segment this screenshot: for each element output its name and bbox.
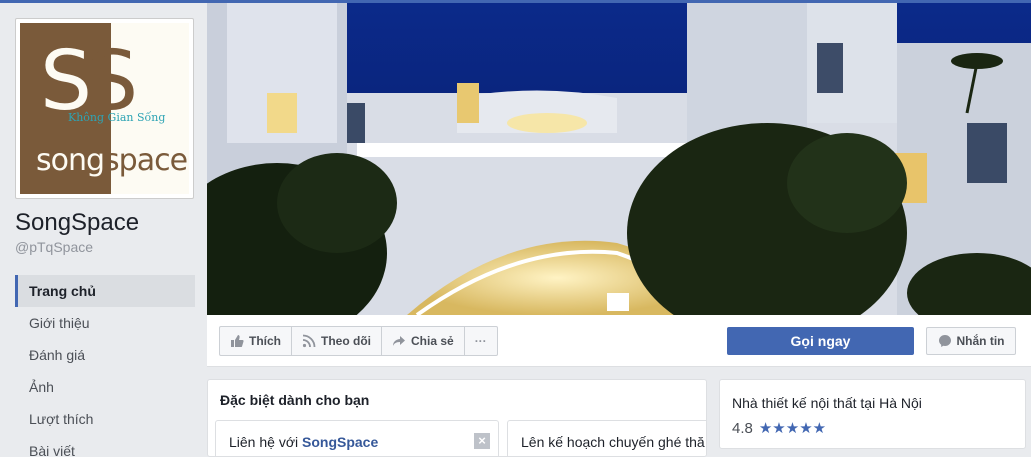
- logo-word-part-1: song: [36, 143, 105, 178]
- contact-card[interactable]: Liên hệ với SongSpace ×: [215, 420, 499, 456]
- cover-photo[interactable]: [207, 3, 1031, 315]
- share-label: Chia sẻ: [411, 334, 454, 348]
- rss-icon: [302, 334, 316, 348]
- message-button[interactable]: Nhắn tin: [926, 327, 1016, 355]
- page-nav: Trang chủ Giới thiệu Đánh giá Ảnh Lượt t…: [15, 275, 195, 457]
- nav-item-reviews[interactable]: Đánh giá: [15, 339, 195, 371]
- plan-visit-card[interactable]: Lên kế hoạch chuyến ghé thă: [507, 420, 706, 456]
- nav-item-about[interactable]: Giới thiệu: [15, 307, 195, 339]
- rating-row[interactable]: 4.8 ★★★★★: [732, 419, 827, 438]
- cover-building-illustration: [207, 3, 1031, 315]
- rating-value: 4.8: [732, 419, 753, 437]
- follow-button[interactable]: Theo dõi: [292, 327, 382, 355]
- like-label: Thích: [249, 334, 281, 348]
- nav-item-posts[interactable]: Bài viết: [15, 435, 195, 457]
- page-handle[interactable]: @pTqSpace: [15, 239, 93, 255]
- nav-item-likes[interactable]: Lượt thích: [15, 403, 195, 435]
- contact-card-prefix: Liên hệ với: [229, 434, 299, 450]
- messenger-icon: [938, 335, 951, 347]
- nav-item-home[interactable]: Trang chủ: [15, 275, 195, 307]
- more-button[interactable]: ···: [465, 327, 497, 355]
- special-title: Đặc biệt dành cho bạn: [220, 392, 370, 408]
- logo-tagline: Không Gian Sống: [68, 111, 166, 124]
- left-column: SS Không Gian Sống songspace SongSpace @…: [0, 3, 207, 457]
- page-info-card: Nhà thiết kế nội thất tại Hà Nội 4.8 ★★★…: [719, 379, 1026, 449]
- share-button[interactable]: Chia sẻ: [382, 327, 465, 355]
- songspace-logo: SS Không Gian Sống songspace: [20, 23, 189, 194]
- like-button[interactable]: Thích: [220, 327, 292, 355]
- contact-card-text: Liên hệ với SongSpace: [229, 434, 378, 450]
- profile-picture[interactable]: SS Không Gian Sống songspace: [15, 18, 194, 199]
- plan-visit-text: Lên kế hoạch chuyến ghé thă: [521, 434, 705, 450]
- action-button-group: Thích Theo dõi Chia sẻ ···: [219, 326, 498, 356]
- thumbs-up-icon: [231, 335, 244, 347]
- special-for-you-panel: Đặc biệt dành cho bạn Liên hệ với SongSp…: [207, 379, 707, 457]
- page-category[interactable]: Nhà thiết kế nội thất tại Hà Nội: [732, 395, 922, 411]
- more-icon: ···: [474, 334, 487, 348]
- star-rating-icon: ★★★★★: [758, 420, 827, 437]
- close-icon[interactable]: ×: [474, 433, 490, 449]
- logo-word-part-2: space: [104, 143, 188, 178]
- page-action-bar: Thích Theo dõi Chia sẻ ··· Gọi ngay Nhắn…: [207, 315, 1031, 367]
- call-now-button[interactable]: Gọi ngay: [727, 327, 914, 355]
- logo-wordmark: songspace: [36, 143, 188, 178]
- contact-card-brand[interactable]: SongSpace: [302, 434, 378, 450]
- nav-item-photos[interactable]: Ảnh: [15, 371, 195, 403]
- follow-label: Theo dõi: [321, 334, 371, 348]
- page-name[interactable]: SongSpace: [15, 209, 139, 237]
- share-arrow-icon: [393, 336, 405, 346]
- message-label: Nhắn tin: [956, 334, 1005, 348]
